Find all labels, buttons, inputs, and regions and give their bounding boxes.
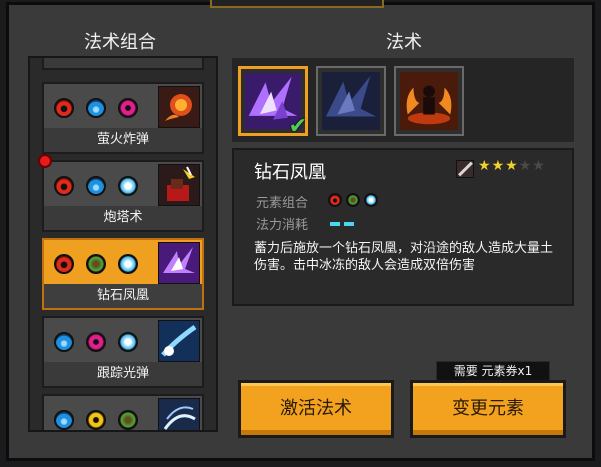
earth-orb-icon	[118, 410, 138, 430]
top-tab-decoration	[210, 0, 384, 8]
ice-orb-icon	[118, 254, 138, 274]
ice-orb-icon	[118, 176, 138, 196]
combo-label: 钻石凤凰	[44, 284, 202, 308]
spell-slot-diamond-phoenix[interactable]: ✔	[238, 66, 308, 139]
fire-orb-icon	[54, 98, 74, 118]
star-empty-icon: ★	[532, 158, 546, 174]
fire-orb-icon	[328, 193, 342, 207]
change-element-button[interactable]: 变更元素	[410, 380, 566, 438]
bolt-orb-icon	[86, 410, 106, 430]
fireball-art-icon	[158, 86, 200, 128]
poison-orb-icon	[118, 98, 138, 118]
mana-pip	[344, 222, 354, 226]
poison-orb-icon	[86, 332, 106, 352]
mana-pip	[330, 222, 340, 226]
spell-section-title: 法术	[386, 32, 422, 53]
phoenix-art-icon	[158, 242, 200, 284]
new-badge	[38, 154, 52, 168]
mana-cost-label: 法力消耗	[256, 218, 309, 233]
combo-label: 萤火炸弹	[44, 128, 202, 152]
fire-orb-icon	[54, 176, 74, 196]
spell-name: 钻石凤凰	[254, 162, 326, 183]
spell-selector: ✔	[232, 58, 574, 142]
fire-orb-icon	[54, 254, 74, 274]
combo-item-firefly-bomb[interactable]: 萤火炸弹	[42, 82, 204, 154]
water-orb-icon	[54, 410, 74, 430]
combo-label: 跟踪光弹	[44, 362, 202, 386]
combo-item-turret[interactable]: 炮塔术	[42, 160, 204, 232]
star-filled-icon: ★	[505, 158, 519, 174]
combo-item-partial-bottom[interactable]	[42, 394, 204, 430]
ice-orb-icon	[364, 193, 378, 207]
water-orb-icon	[86, 98, 106, 118]
spell-slot-frost-phoenix[interactable]	[316, 66, 386, 136]
combo-item-homing-orb[interactable]: 跟踪光弹	[42, 316, 204, 388]
combo-label: 炮塔术	[44, 206, 202, 230]
combo-list[interactable]: 萤火炸弹 炮塔术 钻石凤凰 跟踪光弹	[28, 56, 218, 432]
earth-orb-icon	[346, 193, 360, 207]
earth-orb-icon	[86, 254, 106, 274]
selected-check-icon: ✔	[288, 114, 307, 139]
wind-art-icon	[158, 398, 200, 430]
element-combo-label: 元素组合	[256, 196, 309, 211]
frost-phoenix-icon	[322, 72, 380, 130]
water-orb-icon	[54, 332, 74, 352]
ice-orb-icon	[118, 332, 138, 352]
turret-art-icon	[158, 164, 200, 206]
water-orb-icon	[86, 176, 106, 196]
combo-label	[44, 58, 202, 68]
spell-slot-flame-summon[interactable]	[394, 66, 464, 136]
flame-summon-icon	[400, 72, 458, 130]
spell-description: 蓄力后施放一个钻石凤凰，对沿途的敌人造成大量土伤害。击中冰冻的敌人会造成双倍伤害	[254, 241, 554, 273]
combo-list-title: 法术组合	[84, 32, 156, 53]
star-empty-icon: ★	[518, 158, 533, 174]
activate-spell-button[interactable]: 激活法术	[238, 380, 394, 438]
star-filled-icon: ★	[478, 158, 492, 174]
sword-icon	[456, 160, 474, 178]
combo-item-partial[interactable]	[42, 58, 204, 70]
star-rating: ★★★★★	[478, 158, 546, 174]
combo-item-diamond-phoenix[interactable]: 钻石凤凰	[42, 238, 204, 310]
cost-requirement-label: 需要 元素券x1	[436, 361, 550, 381]
homing-orb-art-icon	[158, 320, 200, 362]
star-filled-icon: ★	[491, 158, 506, 174]
